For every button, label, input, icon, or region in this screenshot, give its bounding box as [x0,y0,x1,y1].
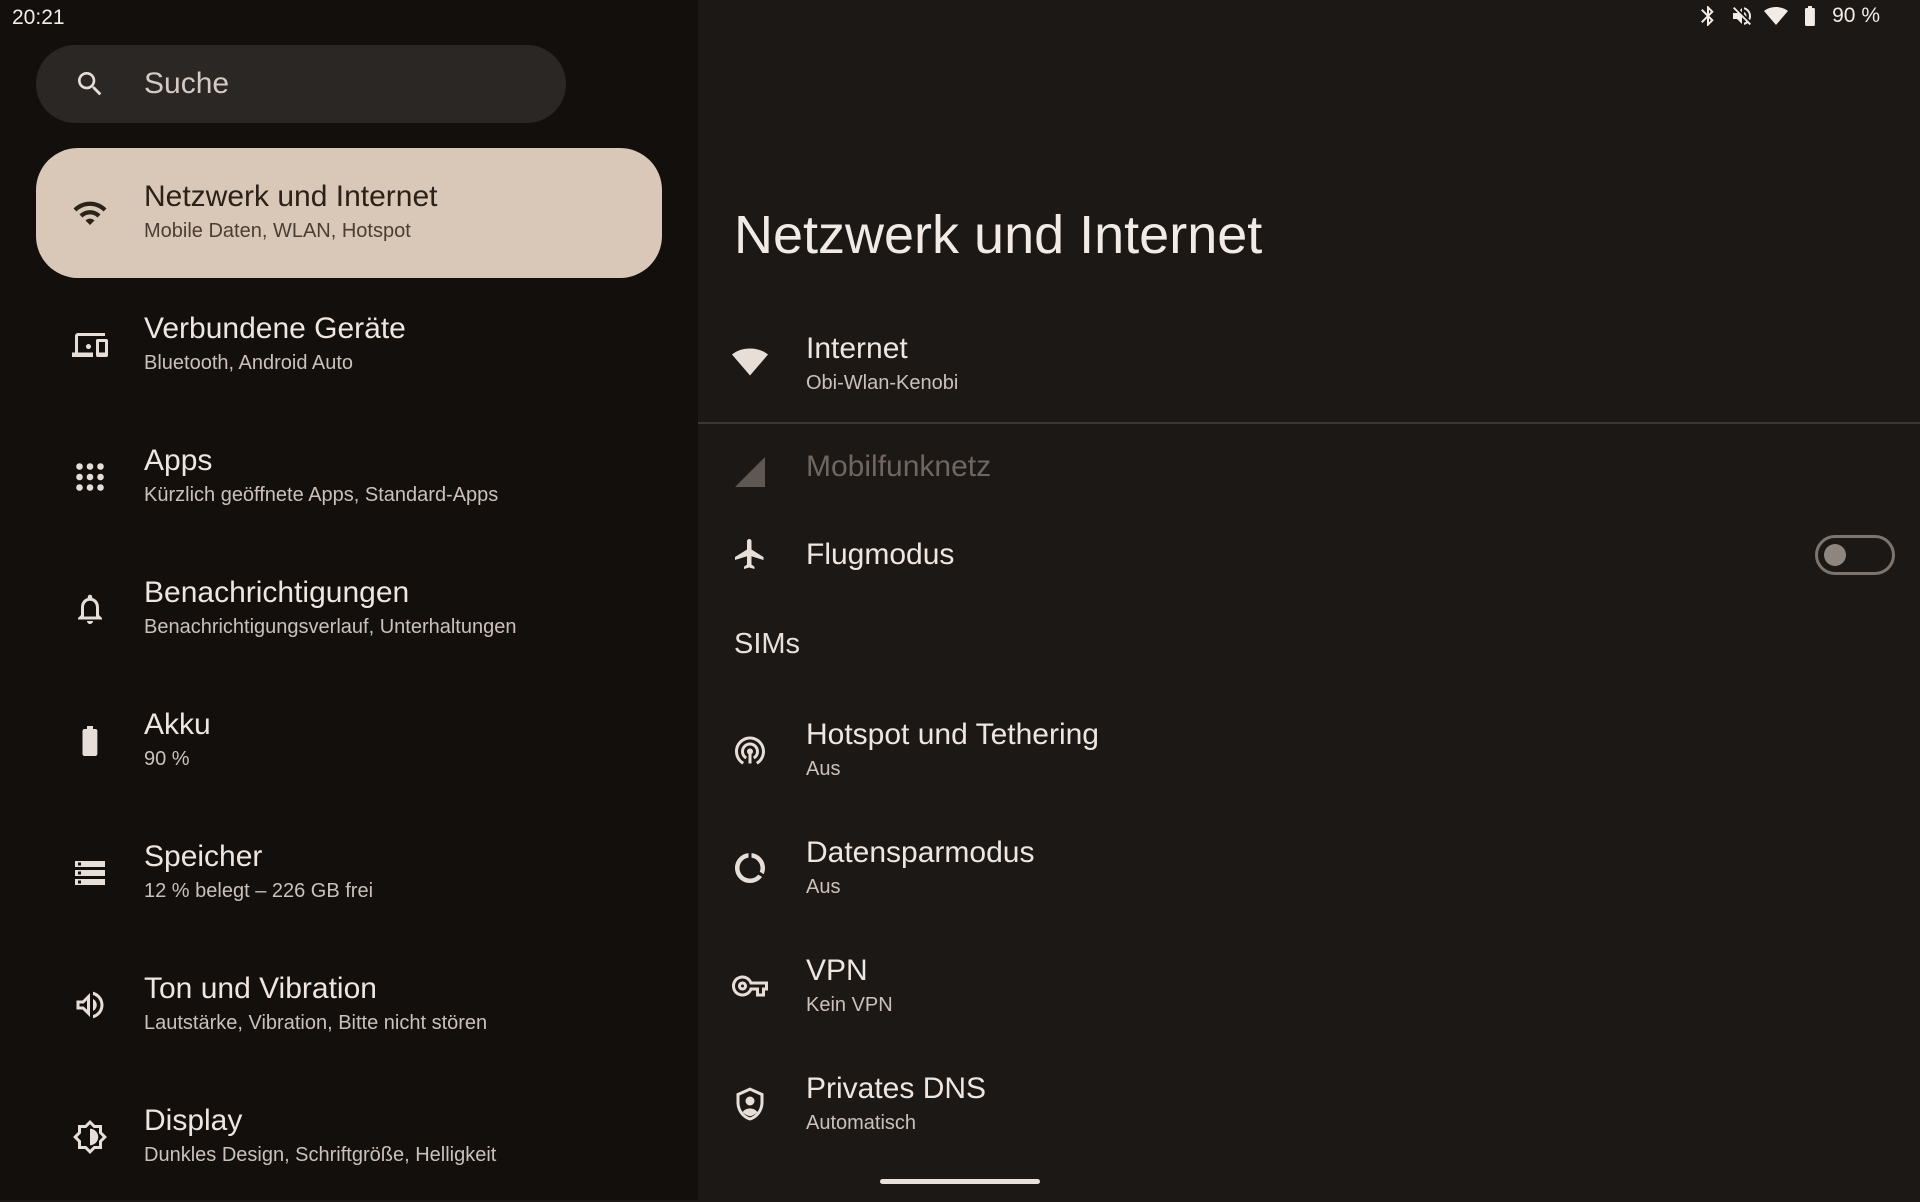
cell-signal-icon [732,454,768,490]
sidebar-item-subtitle: Bluetooth, Android Auto [144,352,354,374]
sidebar-item-title: Netzwerk und Internet [144,180,438,213]
airplane-mode-toggle[interactable] [1815,535,1895,575]
sidebar-item-apps[interactable]: Apps Kürzlich geöffnete Apps, Standard-A… [36,412,662,542]
devices-icon [72,327,108,363]
wifi-filled-icon [732,344,768,380]
airplane-icon [732,536,768,572]
hotspot-title: Hotspot und Tethering [806,718,1099,751]
status-icons: 90 % [1696,4,1880,28]
status-battery-text: 90 % [1832,4,1880,27]
search-icon [74,68,106,100]
data-saver-row[interactable]: Datensparmodus Aus [698,822,1920,932]
internet-subtitle: Obi-Wlan-Kenobi [806,372,959,394]
sidebar-item-connected-devices[interactable]: Verbundene Geräte Bluetooth, Android Aut… [36,280,662,410]
toggle-knob [1824,544,1846,566]
section-sims: SIMs [734,628,801,660]
hotspot-row[interactable]: Hotspot und Tethering Aus [698,704,1920,814]
sidebar-item-title: Akku [144,708,211,741]
wifi-icon [72,195,108,231]
bell-icon [72,591,108,627]
vpn-key-icon [732,968,768,1004]
internet-title: Internet [806,332,908,365]
sidebar-item-title: Verbundene Geräte [144,312,406,345]
data-saver-icon [732,850,768,886]
search-bar[interactable]: Suche [36,45,566,123]
search-placeholder: Suche [144,67,230,100]
sidebar-item-title: Display [144,1104,243,1137]
vpn-title: VPN [806,954,868,987]
brightness-icon [72,1119,108,1155]
sidebar-item-subtitle: 12 % belegt – 226 GB frei [144,880,374,902]
data-saver-title: Datensparmodus [806,836,1035,869]
sidebar-item-subtitle: Kürzlich geöffnete Apps, Standard-Apps [144,484,499,506]
status-bar: 20:21 90 % [0,0,1920,36]
vpn-subtitle: Kein VPN [806,994,893,1016]
sidebar-item-title: Ton und Vibration [144,972,377,1005]
private-dns-title: Privates DNS [806,1072,987,1105]
sidebar-item-subtitle: Mobile Daten, WLAN, Hotspot [144,220,411,242]
sidebar-item-notifications[interactable]: Benachrichtigungen Benachrichtigungsverl… [36,544,662,674]
wifi-status-icon [1764,4,1789,28]
sidebar-item-subtitle: 90 % [144,748,190,770]
gesture-navigation-bar[interactable] [880,1179,1040,1184]
private-dns-row[interactable]: Privates DNS Automatisch [698,1058,1920,1168]
airplane-mode-title: Flugmodus [806,538,955,571]
battery-icon [72,723,108,759]
sidebar-item-title: Apps [144,444,213,477]
page-title: Netzwerk und Internet [734,205,1263,265]
divider [698,422,1920,424]
sidebar-item-network[interactable]: Netzwerk und Internet Mobile Daten, WLAN… [36,148,662,278]
sidebar-item-subtitle: Dunkles Design, Schriftgröße, Helligkeit [144,1144,497,1166]
private-dns-subtitle: Automatisch [806,1112,917,1134]
vpn-row[interactable]: VPN Kein VPN [698,940,1920,1050]
settings-sidebar: Suche Netzwerk und Internet Mobile Daten… [0,0,698,1200]
battery-status-icon [1798,4,1822,28]
bluetooth-icon [1696,4,1720,28]
internet-row[interactable]: Internet Obi-Wlan-Kenobi [698,316,1920,426]
speaker-icon [72,987,108,1023]
data-saver-subtitle: Aus [806,876,841,898]
apps-grid-icon [72,459,108,495]
sidebar-item-battery[interactable]: Akku 90 % [36,676,662,806]
airplane-mode-row[interactable]: Flugmodus [698,520,1920,630]
mute-icon [1730,4,1754,28]
network-settings-panel: Netzwerk und Internet Internet Obi-Wlan-… [698,0,1920,1200]
sidebar-item-sound[interactable]: Ton und Vibration Lautstärke, Vibration,… [36,940,662,1070]
mobile-network-title: Mobilfunknetz [806,450,992,483]
storage-icon [72,855,108,891]
sidebar-item-title: Benachrichtigungen [144,576,410,609]
shield-icon [732,1086,768,1122]
sidebar-item-storage[interactable]: Speicher 12 % belegt – 226 GB frei [36,808,662,938]
hotspot-icon [732,732,768,768]
status-time: 20:21 [12,6,65,29]
sidebar-item-title: Speicher [144,840,263,873]
hotspot-subtitle: Aus [806,758,841,780]
sidebar-item-subtitle: Lautstärke, Vibration, Bitte nicht störe… [144,1012,488,1034]
sidebar-item-subtitle: Benachrichtigungsverlauf, Unterhaltungen [144,616,517,638]
sidebar-item-display[interactable]: Display Dunkles Design, Schriftgröße, He… [36,1072,662,1202]
